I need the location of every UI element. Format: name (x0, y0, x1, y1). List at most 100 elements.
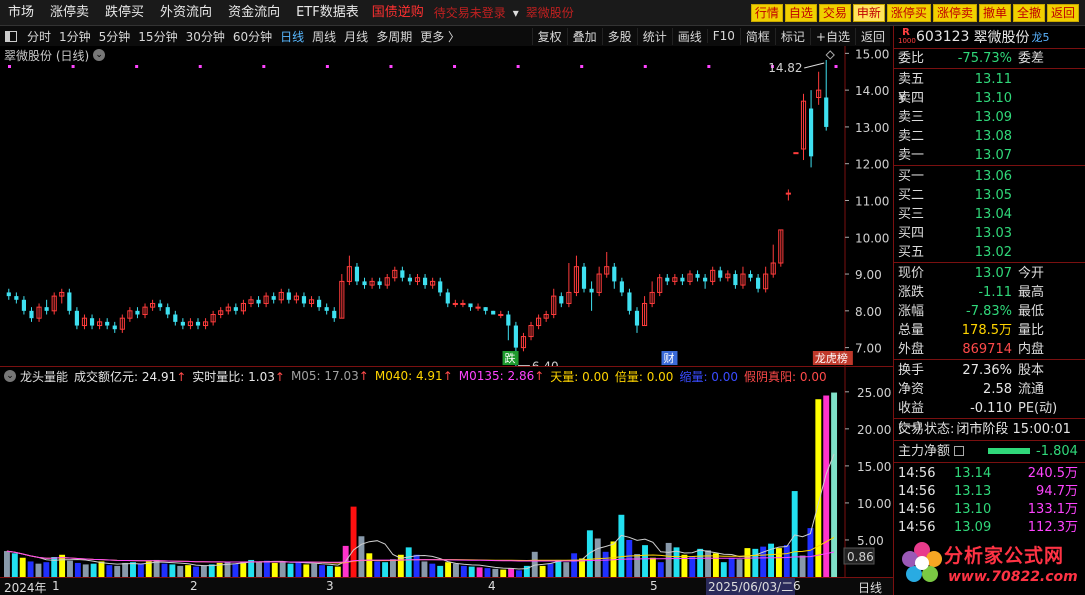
current-volume-label: 0.86 (847, 550, 874, 564)
period-tab-2[interactable]: 5分钟 (95, 28, 135, 45)
tool-button-3[interactable]: 统计 (636, 27, 672, 45)
menu-item-1[interactable]: 涨停卖 (42, 0, 97, 26)
candle-body (756, 277, 761, 289)
period-tabs: 分时 1分钟 5分钟 15分钟 30分钟 60分钟 日线 周线 月线 多周期 更多 〉 (23, 28, 464, 45)
x-axis: 2024年 1 2 3 4 5 2025/06/03/二 6 日线 (0, 577, 893, 595)
tool-button-5[interactable]: F10 (706, 29, 740, 43)
period-tab-0[interactable]: 分时 (23, 28, 55, 45)
xaxis-year: 2024年 (4, 581, 47, 595)
period-tab-3[interactable]: 15分钟 (134, 28, 181, 45)
menu-item-2[interactable]: 跌停买 (97, 0, 152, 26)
quote-row-label2: 今开 (1018, 266, 1045, 281)
volume-bar (4, 551, 10, 577)
top-button-4[interactable]: 涨停买 (886, 4, 931, 22)
signal-dot (8, 65, 11, 68)
menu-item-4[interactable]: 资金流向 (220, 0, 288, 26)
candle-body (612, 266, 617, 282)
menu-item-0[interactable]: 市场 (0, 0, 42, 26)
candle-body (44, 307, 49, 311)
period-tab-8[interactable]: 月线 (340, 28, 372, 45)
tick-price: 13.10 (954, 502, 992, 517)
candle-body (513, 325, 518, 348)
quote-row-value: 13.06 (974, 169, 1012, 184)
signal-dot (135, 65, 139, 68)
brand-url: www.70822.com (948, 569, 1078, 585)
event-tag-label[interactable]: 龙虎榜 (815, 351, 848, 365)
tick-row: 14:56 13.14 240.5万 (894, 465, 1085, 483)
top-button-2[interactable]: 交易 (818, 4, 851, 22)
top-button-0[interactable]: 行情 (750, 4, 783, 22)
quote-row-label2: 股本 (1018, 363, 1045, 378)
tool-button-9[interactable]: 返回 (854, 27, 890, 45)
top-button-6[interactable]: 撤单 (978, 4, 1011, 22)
tick-row: 14:56 13.10 133.1万 (894, 501, 1085, 519)
period-tab-5[interactable]: 60分钟 (229, 28, 276, 45)
top-button-8[interactable]: 返回 (1046, 4, 1079, 22)
tool-button-2[interactable]: 多股 (601, 27, 637, 45)
tool-button-1[interactable]: 叠加 (566, 27, 602, 45)
signal-dot (198, 65, 202, 68)
volume-chart[interactable]: 25.00 20.00 15.00 10.00 5.00 0.86 (0, 367, 892, 577)
top-button-7[interactable]: 全撤 (1012, 4, 1045, 22)
trade-status-label: 交易状态: (898, 422, 955, 437)
tool-button-6[interactable]: 简框 (739, 27, 775, 45)
candle-body (6, 292, 11, 297)
volume-bar (516, 570, 522, 577)
volume-bar (405, 547, 412, 577)
volume-bar (484, 568, 491, 577)
quote-row-label: 买一 (898, 169, 925, 184)
period-tab-7[interactable]: 周线 (308, 28, 340, 45)
menu-item-3[interactable]: 外资流向 (152, 0, 220, 26)
candle-body (271, 296, 276, 300)
volume-bar (11, 553, 18, 577)
diamond-marker-icon (825, 50, 835, 60)
candle-body (491, 310, 496, 315)
event-tag-label[interactable]: 财 (663, 351, 674, 365)
volume-bar (531, 551, 538, 577)
flower-logo-icon (902, 542, 942, 582)
volume-bar (547, 563, 554, 577)
period-tab-6[interactable]: 日线 (276, 28, 308, 45)
volume-bar (728, 557, 735, 577)
candle-body (301, 296, 307, 304)
tool-button-7[interactable]: 标记 (774, 27, 810, 45)
volume-bar (460, 565, 467, 577)
candle-body (158, 303, 163, 308)
kline-chart[interactable]: 15.00 14.00 13.00 12.00 11.00 10.00 9.00 8.00 7.… (0, 46, 892, 366)
main-flow-menu-icon[interactable] (954, 446, 965, 456)
top-button-1[interactable]: 自选 (784, 4, 817, 22)
panel-toggle-icon[interactable] (5, 30, 17, 42)
tool-button-0[interactable]: 复权 (531, 27, 567, 45)
ticker-dropdown-icon[interactable]: ▾ (511, 0, 521, 26)
period-tab-1[interactable]: 1分钟 (55, 28, 95, 45)
period-tab-9[interactable]: 多周期 (372, 28, 416, 45)
volume-bar (697, 548, 704, 577)
volume-bar (555, 559, 562, 577)
quote-row: 买二 13.05 (894, 186, 1085, 205)
event-tag-label[interactable]: 跌 (505, 351, 516, 365)
share-stats: 换手 27.36% 股本 净资 2.58 流通 收益(一) -0.110 PE(动) (894, 360, 1085, 435)
quote-row-label: 外盘 (898, 342, 925, 357)
tool-button-4[interactable]: 画线 (671, 27, 707, 45)
volume-bar (752, 548, 759, 577)
volume-bar (240, 561, 247, 577)
volume-bar (571, 553, 578, 577)
volume-bar (492, 568, 499, 577)
volume-bar (35, 563, 42, 577)
top-button-3[interactable]: 申新 (852, 4, 885, 22)
tool-button-8[interactable]: +自选 (809, 27, 855, 45)
tick-time: 14:56 (898, 484, 936, 499)
quote-row-label: 买四 (898, 226, 925, 241)
xaxis-period[interactable]: 日线 (858, 579, 882, 595)
main-flow-label: 主力净额 (898, 444, 951, 459)
period-tab-4[interactable]: 30分钟 (182, 28, 229, 45)
menu-item-5[interactable]: ETF数据表 (288, 0, 367, 26)
volume-bar (350, 506, 357, 577)
ticker-stock-name[interactable]: 翠微股份 (521, 0, 579, 26)
period-tab-10[interactable]: 更多 〉 (416, 28, 464, 45)
dragon-rank[interactable]: 龙5 (1031, 29, 1049, 45)
ticker-login-status[interactable]: 待交易未登录 (429, 0, 511, 26)
ticker-bond-repo[interactable]: 国债逆购 (367, 0, 429, 26)
signal-dot (516, 65, 520, 68)
top-button-5[interactable]: 涨停卖 (932, 4, 977, 22)
